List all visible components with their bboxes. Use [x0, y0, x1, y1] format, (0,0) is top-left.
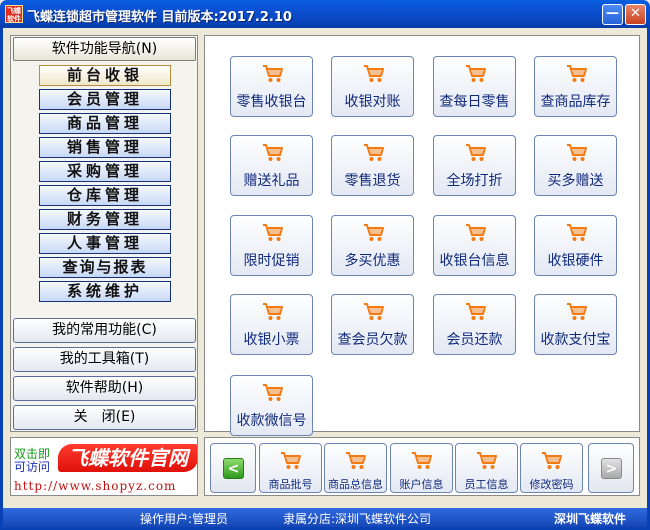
function-tile[interactable]: 收银对账 [331, 56, 414, 117]
shopping-cart-icon [363, 301, 385, 321]
toolbar-item[interactable]: 商品总信息 [324, 443, 387, 493]
function-tile[interactable]: 会员还款 [433, 294, 516, 355]
brand-logo: 飞蝶软件官网 [58, 444, 197, 472]
function-tile-label: 收款微信号 [236, 413, 307, 429]
function-tile-label: 查会员欠款 [337, 332, 408, 348]
minimize-button[interactable]: — [602, 4, 623, 25]
function-tile[interactable]: 收银硬件 [534, 215, 617, 276]
close-window-button[interactable]: ✕ [625, 4, 646, 25]
shopping-cart-icon [363, 142, 385, 162]
toolbar-item-label: 员工信息 [464, 478, 509, 491]
function-tile-label: 零售退货 [344, 173, 401, 189]
status-store: 隶属分店:深圳飞蝶软件公司 [283, 512, 432, 526]
next-page-button[interactable]: > [588, 443, 634, 493]
shopping-cart-icon [363, 63, 385, 83]
arrow-right-icon: > [601, 458, 622, 479]
shopping-cart-icon [465, 63, 487, 83]
website-url: http://www.shopyz.com [14, 479, 177, 493]
nav-item-hr[interactable]: 人事管理 [39, 233, 171, 254]
function-tile[interactable]: 收款支付宝 [534, 294, 617, 355]
toolbar-item[interactable]: 商品批号 [259, 443, 322, 493]
nav-item-member[interactable]: 会员管理 [39, 89, 171, 110]
function-tile-label: 收银小票 [243, 332, 300, 348]
nav-item-product[interactable]: 商品管理 [39, 113, 171, 134]
function-tile-label: 查商品库存 [540, 94, 611, 110]
function-tile[interactable]: 零售收银台 [230, 56, 313, 117]
nav-item-front-cashier[interactable]: 前台收银 [39, 65, 171, 86]
shopping-cart-icon [280, 450, 302, 470]
function-tile-label: 收银硬件 [547, 253, 604, 269]
function-tile-label: 全场打折 [446, 173, 503, 189]
shopping-cart-icon [465, 142, 487, 162]
toolbar-item[interactable]: 员工信息 [455, 443, 518, 493]
arrow-left-icon: < [223, 458, 244, 479]
nav-item-system[interactable]: 系统维护 [39, 281, 171, 302]
section-help-button[interactable]: 软件帮助(H) [13, 376, 196, 401]
function-tile[interactable]: 限时促销 [230, 215, 313, 276]
section-toolbox-button[interactable]: 我的工具箱(T) [13, 347, 196, 372]
function-tile-label: 查每日零售 [439, 94, 510, 110]
function-tile-label: 赠送礼品 [243, 173, 300, 189]
function-tile[interactable]: 赠送礼品 [230, 135, 313, 196]
logo-hint-line2: 可访问 [14, 460, 51, 474]
app-logo-icon: 飞蝶软件 [5, 5, 23, 23]
function-tile[interactable]: 查会员欠款 [331, 294, 414, 355]
function-tile-label: 收银台信息 [439, 253, 510, 269]
toolbar-item-label: 商品总信息 [328, 478, 383, 491]
function-tile[interactable]: 买多赠送 [534, 135, 617, 196]
function-tile-label: 收款支付宝 [540, 332, 611, 348]
shopping-cart-icon [363, 222, 385, 242]
website-logo-link[interactable]: 双击即 可访问 飞蝶软件官网 http://www.shopyz.com [10, 437, 198, 496]
function-tile[interactable]: 全场打折 [433, 135, 516, 196]
shopping-cart-icon [262, 142, 284, 162]
window-title: 飞蝶连锁超市管理软件 目前版本:2017.2.10 [27, 10, 292, 25]
shopping-cart-icon [541, 450, 563, 470]
function-tile-label: 限时促销 [243, 253, 300, 269]
shopping-cart-icon [262, 301, 284, 321]
toolbar-item-label: 账户信息 [399, 478, 444, 491]
function-tile-label: 会员还款 [446, 332, 503, 348]
function-tile[interactable]: 零售退货 [331, 135, 414, 196]
nav-item-warehouse[interactable]: 仓库管理 [39, 185, 171, 206]
prev-page-button[interactable]: < [210, 443, 256, 493]
shopping-cart-icon [566, 63, 588, 83]
title-bar: 飞蝶软件 飞蝶连锁超市管理软件 目前版本:2017.2.10 — ✕ [0, 0, 650, 28]
status-operator: 操作用户:管理员 [140, 512, 229, 526]
status-company: 深圳飞蝶软件 [554, 512, 627, 526]
shopping-cart-icon [465, 222, 487, 242]
function-tile-label: 收银对账 [344, 94, 401, 110]
shopping-cart-icon [262, 63, 284, 83]
nav-item-sales[interactable]: 销售管理 [39, 137, 171, 158]
toolbar-item[interactable]: 修改密码 [520, 443, 583, 493]
shopping-cart-icon [476, 450, 498, 470]
shopping-cart-icon [411, 450, 433, 470]
nav-item-reports[interactable]: 查询与报表 [39, 257, 171, 278]
nav-item-finance[interactable]: 财务管理 [39, 209, 171, 230]
function-tile[interactable]: 查商品库存 [534, 56, 617, 117]
function-tile[interactable]: 收银小票 [230, 294, 313, 355]
shopping-cart-icon [345, 450, 367, 470]
nav-header-button[interactable]: 软件功能导航(N) [13, 37, 196, 61]
shopping-cart-icon [566, 222, 588, 242]
function-tile-label: 多买优惠 [344, 253, 401, 269]
section-favorites-button[interactable]: 我的常用功能(C) [13, 318, 196, 343]
toolbar-item-label: 修改密码 [529, 478, 574, 491]
function-tile[interactable]: 多买优惠 [331, 215, 414, 276]
section-close-button[interactable]: 关 闭(E) [13, 405, 196, 430]
function-tile[interactable]: 收款微信号 [230, 375, 313, 436]
shopping-cart-icon [566, 301, 588, 321]
function-tile-label: 零售收银台 [236, 94, 307, 110]
status-bar: 操作用户:管理员 隶属分店:深圳飞蝶软件公司 深圳飞蝶软件 [3, 508, 647, 527]
toolbar-item[interactable]: 账户信息 [390, 443, 453, 493]
toolbar-item-label: 商品批号 [268, 478, 313, 491]
shopping-cart-icon [262, 222, 284, 242]
shopping-cart-icon [566, 142, 588, 162]
function-tile[interactable]: 收银台信息 [433, 215, 516, 276]
function-tile[interactable]: 查每日零售 [433, 56, 516, 117]
shopping-cart-icon [262, 382, 284, 402]
shopping-cart-icon [465, 301, 487, 321]
function-tile-label: 买多赠送 [547, 173, 604, 189]
nav-item-purchase[interactable]: 采购管理 [39, 161, 171, 182]
